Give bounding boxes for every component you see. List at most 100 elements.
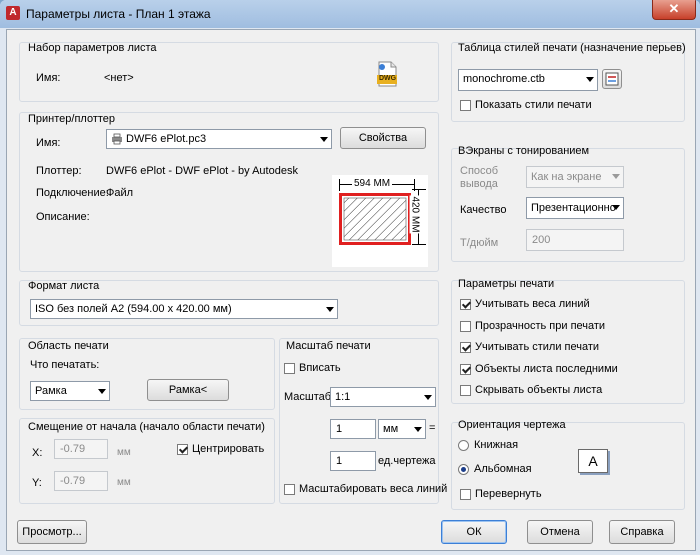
chevron-down-icon (326, 307, 334, 312)
shade-plot-dropdown[interactable]: Как на экране (526, 166, 624, 188)
hide-paperspace-objects-checkbox[interactable] (460, 385, 471, 396)
drawing-orientation-group: Ориентация чертежа Книжная Альбомная Пер… (451, 419, 685, 510)
scale-paper-units-value: 1 (336, 423, 343, 435)
dpi-label: Т/дюйм (460, 237, 499, 249)
drawing-units-label: ед.чертежа (378, 455, 436, 467)
portrait-radio[interactable] (458, 440, 469, 451)
what-to-plot-value: Рамка (35, 385, 67, 397)
edit-style-icon (605, 72, 619, 86)
ok-button[interactable]: ОК (441, 520, 507, 544)
shade-plot-value: Как на экране (531, 171, 602, 183)
page-setup-name-value: <нет> (104, 72, 134, 84)
preview-width-dimension: 594 ММ (339, 178, 415, 191)
upside-down-label: Перевернуть (475, 488, 542, 500)
plot-area-group-title: Область печати (28, 340, 109, 352)
chevron-down-icon (612, 174, 620, 179)
page-setup-dialog: A Параметры листа - План 1 этажа ✕ Набор… (0, 0, 700, 555)
drawing-orientation-group-title: Ориентация чертежа (458, 419, 566, 431)
scale-drawing-units-input[interactable]: 1 (330, 451, 376, 471)
printer-plotter-group: Принтер/плоттер Имя: DWF6 ePlot.pc3 Свой… (19, 112, 439, 272)
paper-size-value: ISO без полей A2 (594.00 x 420.00 мм) (35, 303, 232, 315)
plot-transparency-checkbox[interactable] (460, 321, 471, 332)
paper-size-group-title: Формат листа (28, 280, 100, 292)
printer-name-label: Имя: (36, 137, 61, 149)
quality-label: Качество (460, 204, 507, 216)
fit-to-paper-checkbox[interactable] (284, 363, 295, 374)
hide-paperspace-objects-label: Скрывать объекты листа (475, 384, 603, 396)
plot-paperspace-last-checkbox[interactable] (460, 364, 471, 375)
plot-style-table-dropdown[interactable]: monochrome.ctb (458, 69, 598, 91)
landscape-radio[interactable] (458, 464, 469, 475)
printer-group-title: Принтер/плоттер (28, 113, 116, 125)
scale-units-value: мм (383, 423, 399, 435)
y-offset-input[interactable]: -0.79 (54, 471, 108, 491)
x-offset-value: -0.79 (60, 443, 86, 455)
dpi-value: 200 (532, 234, 551, 246)
cancel-button[interactable]: Отмена (527, 520, 593, 544)
scale-paper-units-input[interactable]: 1 (330, 419, 376, 439)
preview-button[interactable]: Просмотр... (17, 520, 87, 544)
scale-dropdown[interactable]: 1:1 (330, 387, 436, 407)
printer-name-dropdown[interactable]: DWF6 ePlot.pc3 (106, 129, 332, 149)
properties-button[interactable]: Свойства (340, 127, 426, 149)
page-setup-group-title: Набор параметров листа (28, 42, 157, 54)
what-to-plot-label: Что печатать: (30, 359, 100, 371)
scale-drawing-units-value: 1 (336, 455, 343, 467)
show-plot-styles-checkbox[interactable] (460, 100, 471, 111)
landscape-label: Альбомная (474, 463, 532, 475)
plot-with-styles-label: Учитывать стили печати (475, 341, 600, 353)
chevron-down-icon (586, 77, 594, 82)
plot-offset-group: Смещение от начала (начало области печат… (19, 418, 275, 504)
preview-height-dimension: 420 ММ (409, 189, 426, 245)
what-to-plot-dropdown[interactable]: Рамка (30, 381, 110, 401)
plot-lineweights-checkbox[interactable] (460, 299, 471, 310)
plot-style-table-value: monochrome.ctb (463, 73, 545, 85)
edit-plot-style-button[interactable] (602, 69, 622, 89)
orientation-preview-icon: A (578, 449, 608, 473)
scale-units-dropdown[interactable]: мм (378, 419, 426, 439)
plot-scale-group-title: Масштаб печати (286, 340, 371, 352)
plot-with-styles-checkbox[interactable] (460, 342, 471, 353)
paper-size-group: Формат листа ISO без полей A2 (594.00 x … (19, 280, 439, 326)
plotter-label: Плоттер: (36, 165, 82, 177)
plot-style-table-group-title: Таблица стилей печати (назначение перьев… (458, 42, 686, 54)
connection-label: Подключение: (36, 187, 109, 199)
scale-lineweights-label: Масштабировать веса линий (299, 483, 448, 495)
chevron-down-icon (612, 205, 620, 210)
quality-dropdown[interactable]: Презентационно (526, 197, 624, 219)
autocad-app-icon: A (6, 6, 20, 20)
paper-size-dropdown[interactable]: ISO без полей A2 (594.00 x 420.00 мм) (30, 299, 338, 319)
shaded-viewport-group-title: ВЭкраны с тонированием (458, 145, 590, 157)
help-button[interactable]: Справка (609, 520, 675, 544)
shade-plot-label-line2: вывода (460, 178, 498, 190)
printer-icon (111, 133, 123, 145)
y-offset-unit: мм (117, 477, 131, 488)
page-setup-name-label: Имя: (36, 72, 61, 84)
dwg-icon-text: DWG (379, 75, 397, 82)
dwg-file-icon: DWG (376, 61, 398, 87)
chevron-down-icon (424, 395, 432, 400)
printer-name-value: DWF6 ePlot.pc3 (126, 133, 207, 145)
shaded-viewport-group: ВЭкраны с тонированием Способ вывода Как… (451, 145, 685, 262)
plotter-value: DWF6 ePlot - DWF ePlot - by Autodesk (106, 165, 298, 177)
quality-value: Презентационно (531, 202, 616, 214)
plot-paperspace-last-label: Объекты листа последними (475, 363, 618, 375)
center-plot-checkbox[interactable] (177, 444, 188, 455)
dpi-input[interactable]: 200 (526, 229, 624, 251)
x-offset-input[interactable]: -0.79 (54, 439, 108, 459)
scale-lineweights-checkbox[interactable] (284, 484, 295, 495)
x-offset-label: X: (32, 447, 43, 459)
center-plot-label: Центрировать (192, 443, 265, 455)
window-select-button[interactable]: Рамка< (147, 379, 229, 401)
plot-options-group: Параметры печати Учитывать веса линий Пр… (451, 278, 685, 404)
preview-paper-frame (339, 193, 411, 245)
plot-area-group: Область печати Что печатать: Рамка Рамка… (19, 338, 275, 410)
preview-hatch (343, 197, 407, 241)
upside-down-checkbox[interactable] (460, 489, 471, 500)
title-bar[interactable]: A Параметры листа - План 1 этажа ✕ (0, 0, 700, 28)
paper-preview: 594 ММ 420 ММ (332, 175, 428, 267)
plot-scale-group: Масштаб печати Вписать Масштаб: 1:1 1 мм… (279, 338, 447, 504)
plot-lineweights-label: Учитывать веса линий (475, 298, 590, 310)
close-button[interactable]: ✕ (652, 0, 696, 20)
page-setup-group: Набор параметров листа Имя: <нет> DWG (19, 42, 439, 102)
